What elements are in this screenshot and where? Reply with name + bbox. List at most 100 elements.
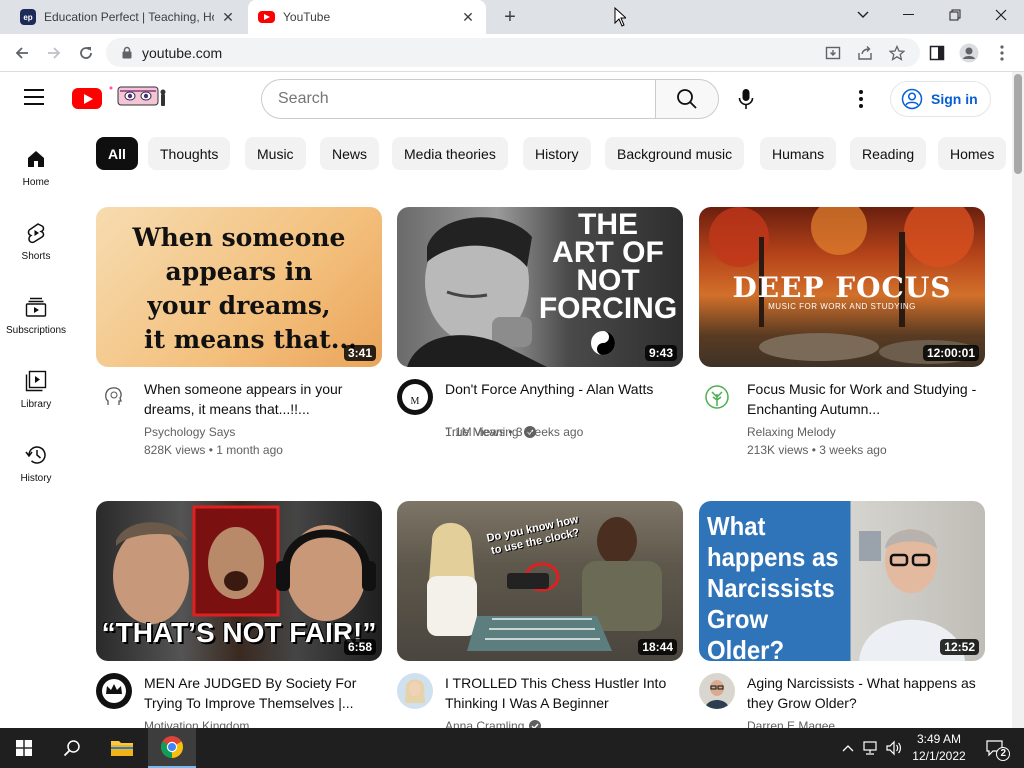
search-button[interactable] — [655, 79, 719, 119]
thumbnail-text: What — [707, 511, 766, 541]
rail-label: Subscriptions — [5, 325, 67, 336]
channel-name-text: Relaxing Melody — [747, 425, 836, 439]
tab-education-perfect[interactable]: ep Education Perfect | Teaching, Hom ✕ — [8, 0, 246, 34]
channel-avatar[interactable]: M — [397, 379, 433, 415]
chip-humans[interactable]: Humans — [760, 137, 837, 170]
search-icon — [63, 740, 80, 757]
bookmark-star-icon[interactable] — [888, 44, 906, 62]
side-panel-icon[interactable] — [926, 42, 948, 64]
rail-item-shorts[interactable]: Shorts — [0, 213, 72, 277]
rail-label: Library — [20, 399, 52, 410]
video-title[interactable]: Aging Narcissists - What happens as they… — [747, 673, 977, 713]
channel-avatar[interactable] — [397, 673, 433, 709]
channel-avatar[interactable] — [96, 673, 132, 709]
notification-center-button[interactable]: 2 — [982, 738, 1010, 761]
chip-history[interactable]: History — [523, 137, 591, 170]
profile-avatar-icon[interactable] — [958, 42, 980, 64]
tab-title: YouTube — [283, 10, 331, 24]
volume-icon[interactable] — [884, 738, 904, 758]
chip-music[interactable]: Music — [245, 137, 306, 170]
channel-avatar[interactable] — [699, 673, 735, 709]
back-button[interactable] — [11, 42, 33, 64]
voice-search-button[interactable] — [727, 80, 765, 118]
video-card[interactable]: “THAT’S NOT FAIR!” 6:58 MEN Are JUDGED B… — [96, 501, 382, 741]
settings-menu-icon[interactable] — [850, 87, 872, 111]
chip-media-theories[interactable]: Media theories — [392, 137, 508, 170]
rail-item-history[interactable]: History — [0, 435, 72, 499]
search-input[interactable]: Search — [261, 79, 656, 119]
thumbnail-text: THE — [578, 208, 638, 241]
browser-menu-icon[interactable] — [991, 42, 1013, 64]
rail-label: History — [20, 473, 52, 484]
chip-reading[interactable]: Reading — [850, 137, 927, 170]
video-card[interactable]: THE ART OF NOT FORCING 9:43 M Don't Forc… — [397, 207, 683, 447]
rail-item-subscriptions[interactable]: Subscriptions — [0, 287, 72, 351]
mouse-cursor-icon — [614, 7, 626, 27]
video-duration: 6:58 — [343, 639, 376, 655]
video-thumbnail[interactable]: What happens as Narcissists Grow Older? … — [699, 501, 985, 661]
reload-button[interactable] — [75, 42, 97, 64]
video-title[interactable]: MEN Are JUDGED By Society For Trying To … — [144, 673, 374, 713]
chevron-up-icon[interactable] — [838, 738, 858, 758]
video-card[interactable]: What happens as Narcissists Grow Older? … — [699, 501, 985, 741]
yin-yang-icon — [591, 331, 615, 355]
video-title[interactable]: I TROLLED This Chess Hustler Into Thinki… — [445, 673, 675, 713]
thumbnail-text: it means that... — [144, 325, 357, 354]
lock-icon[interactable] — [120, 46, 134, 60]
new-tab-button[interactable]: + — [499, 6, 521, 28]
chip-homes[interactable]: Homes — [938, 137, 1007, 170]
chip-all[interactable]: All — [96, 137, 138, 170]
close-icon — [995, 9, 1007, 21]
video-card[interactable]: DEEP FOCUS MUSIC FOR WORK AND STUDYING 1… — [699, 207, 985, 457]
youtube-doodle-logo[interactable] — [106, 84, 170, 110]
share-icon[interactable] — [856, 44, 874, 62]
taskbar-search-button[interactable] — [48, 728, 96, 768]
video-card[interactable]: Do you know how to use the clock? 18:44 … — [397, 501, 683, 741]
network-icon[interactable] — [861, 738, 881, 758]
system-clock[interactable]: 3:49 AM 12/1/2022 — [906, 731, 972, 765]
close-icon[interactable]: ✕ — [460, 9, 476, 25]
head-profile-icon — [105, 387, 122, 405]
page-scrollbar[interactable] — [1012, 72, 1024, 728]
video-thumbnail[interactable]: Do you know how to use the clock? 18:44 — [397, 501, 683, 661]
video-thumbnail[interactable]: “THAT’S NOT FAIR!” 6:58 — [96, 501, 382, 661]
video-title[interactable]: Don't Force Anything - Alan Watts — [445, 379, 675, 399]
chrome-taskbar-button[interactable] — [148, 728, 196, 768]
close-icon[interactable]: ✕ — [220, 9, 236, 25]
channel-name[interactable]: Relaxing Melody — [747, 425, 836, 439]
file-explorer-button[interactable] — [98, 728, 146, 768]
category-chip-bar: All Thoughts Music News Media theories H… — [96, 137, 1012, 171]
restore-button[interactable] — [932, 0, 978, 30]
video-duration: 12:00:01 — [922, 345, 979, 361]
rail-item-home[interactable]: Home — [0, 139, 72, 203]
chip-news[interactable]: News — [320, 137, 380, 170]
video-meta: When someone appears in your dreams, it … — [96, 367, 382, 457]
channel-name[interactable]: Psychology Says — [144, 425, 235, 439]
scrollbar-thumb[interactable] — [1014, 74, 1022, 174]
youtube-logo[interactable] — [72, 88, 102, 109]
video-card[interactable]: When someone appears in your dreams, it … — [96, 207, 382, 457]
video-title[interactable]: Focus Music for Work and Studying - Ench… — [747, 379, 977, 419]
tab-search-button[interactable] — [840, 0, 886, 30]
close-window-button[interactable] — [978, 0, 1024, 30]
video-thumbnail[interactable]: THE ART OF NOT FORCING 9:43 — [397, 207, 683, 367]
guide-menu-icon[interactable] — [24, 89, 48, 109]
youtube-icon — [258, 11, 275, 23]
channel-avatar[interactable] — [96, 379, 132, 415]
video-duration: 12:52 — [940, 639, 979, 655]
address-bar[interactable]: youtube.com — [106, 38, 920, 67]
forward-button[interactable] — [43, 42, 65, 64]
tab-youtube[interactable]: YouTube ✕ — [248, 0, 486, 34]
youtube-masthead: Search Sign in — [0, 72, 1012, 126]
start-button[interactable] — [0, 728, 48, 768]
install-app-icon[interactable] — [824, 44, 842, 62]
video-thumbnail[interactable]: DEEP FOCUS MUSIC FOR WORK AND STUDYING 1… — [699, 207, 985, 367]
rail-item-library[interactable]: Library — [0, 361, 72, 425]
video-title[interactable]: When someone appears in your dreams, it … — [144, 379, 374, 419]
sign-in-button[interactable]: Sign in — [890, 81, 991, 117]
chip-background-music[interactable]: Background music — [605, 137, 745, 170]
channel-avatar[interactable] — [699, 379, 735, 415]
minimize-button[interactable] — [886, 0, 932, 30]
chip-thoughts[interactable]: Thoughts — [148, 137, 231, 170]
video-thumbnail[interactable]: When someone appears in your dreams, it … — [96, 207, 382, 367]
